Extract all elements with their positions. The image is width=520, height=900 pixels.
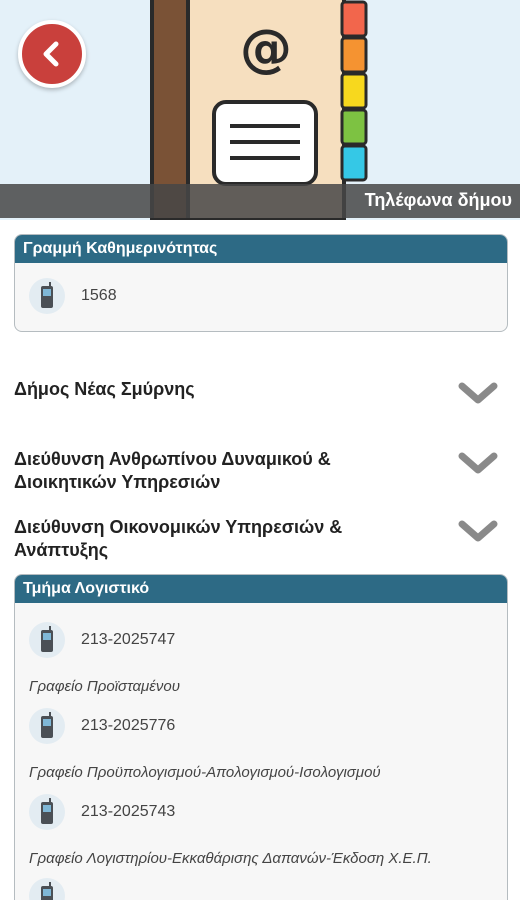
mobile-phone-icon bbox=[29, 708, 65, 744]
office-label: Γραφείο Προϋπολογισμού-Απολογισμού-Ισολο… bbox=[29, 764, 381, 781]
phone-number: 1568 bbox=[81, 287, 117, 304]
chevron-down-icon bbox=[458, 452, 498, 474]
accounting-card: Τμήμα Λογιστικό 213-2025747 Γραφείο Προϊ… bbox=[14, 574, 508, 900]
phone-row[interactable]: 213-2025776 bbox=[15, 703, 507, 749]
section-municipality[interactable]: Δήμος Νέας Σμύρνης bbox=[14, 378, 508, 408]
section-title: Δήμος Νέας Σμύρνης bbox=[14, 379, 195, 399]
phone-row[interactable]: 213-2025747 bbox=[15, 617, 507, 663]
mobile-phone-icon bbox=[29, 622, 65, 658]
daily-line-title: Γραμμή Καθημερινότητας bbox=[15, 235, 507, 263]
office-label: Γραφείο Λογιστηρίου-Εκκαθάρισης Δαπανών-… bbox=[29, 850, 432, 867]
section-title: Διεύθυνση Οικονομικών Υπηρεσιών & Ανάπτυ… bbox=[14, 517, 343, 560]
accounting-title: Τμήμα Λογιστικό bbox=[15, 575, 507, 603]
chevron-down-icon bbox=[458, 520, 498, 542]
phone-row[interactable]: 1568 bbox=[15, 273, 507, 319]
svg-text:@: @ bbox=[240, 19, 292, 79]
office-label: Γραφείο Προϊσταμένου bbox=[29, 678, 180, 695]
chevron-down-icon bbox=[458, 382, 498, 404]
phone-number: 213-2025747 bbox=[81, 631, 176, 648]
phone-row[interactable] bbox=[15, 873, 507, 900]
section-finance-development[interactable]: Διεύθυνση Οικονομικών Υπηρεσιών & Ανάπτυ… bbox=[14, 516, 508, 562]
section-title: Διεύθυνση Ανθρωπίνου Δυναμικού & Διοικητ… bbox=[14, 449, 331, 492]
daily-line-card: Γραμμή Καθημερινότητας 1568 bbox=[14, 234, 508, 332]
mobile-phone-icon bbox=[29, 794, 65, 830]
mobile-phone-icon bbox=[29, 878, 65, 900]
chevron-left-icon bbox=[43, 41, 59, 67]
section-hr-administration[interactable]: Διεύθυνση Ανθρωπίνου Δυναμικού & Διοικητ… bbox=[14, 448, 508, 494]
mobile-phone-icon bbox=[29, 278, 65, 314]
page-title: Τηλέφωνα δήμου bbox=[364, 190, 512, 210]
header-banner: @ Τηλέφωνα δήμου bbox=[0, 0, 520, 220]
back-button[interactable] bbox=[18, 20, 86, 88]
phone-number: 213-2025776 bbox=[81, 717, 176, 734]
phone-row[interactable]: 213-2025743 bbox=[15, 789, 507, 835]
phone-number: 213-2025743 bbox=[81, 803, 176, 820]
